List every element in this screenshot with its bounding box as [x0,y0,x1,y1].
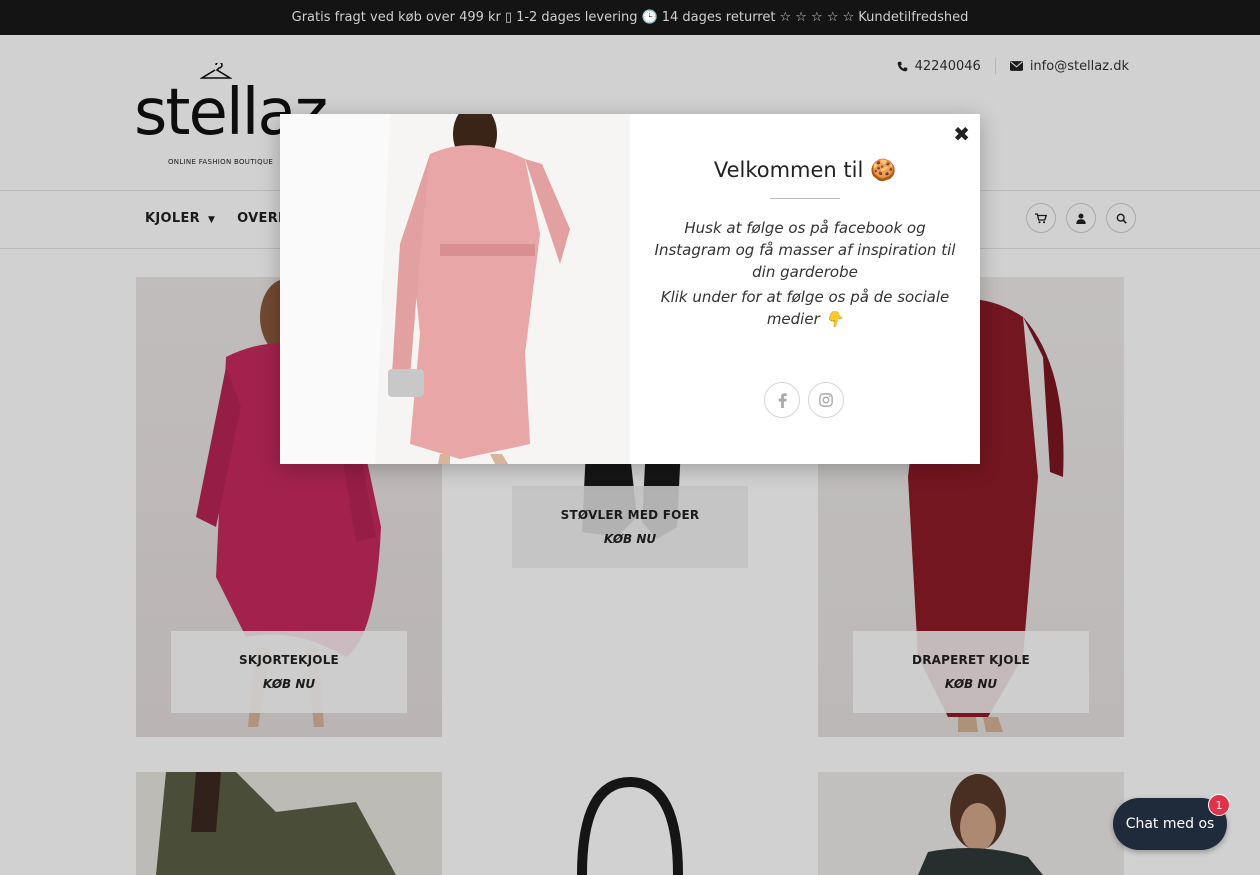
modal-title-text: Velkommen til [713,158,864,182]
cookie-icon: 🍪 [870,158,897,182]
modal-content: Velkommen til 🍪 Husk at følge os på face… [630,114,980,464]
returns-text: 14 dages returret [661,10,776,25]
instagram-icon [819,393,833,407]
chat-button[interactable]: Chat med os 1 [1113,794,1230,850]
satisfaction-text: Kundetilfredshed [858,10,969,25]
facebook-icon [778,392,787,408]
modal-title: Velkommen til 🍪 [630,158,980,183]
title-divider [770,198,840,199]
welcome-modal: ✖ Velkommen til 🍪 Husk at følge os på fa… [280,114,980,464]
box-icon: ▯ [504,10,513,25]
modal-text-click: Klik under for at følge os på de sociale… [660,288,950,328]
chat-notification-badge: 1 [1208,794,1230,816]
modal-image [280,114,630,464]
chat-label: Chat med os [1125,816,1215,832]
announcement-bar: Gratis fragt ved køb over 499 kr ▯ 1-2 d… [0,0,1260,35]
instagram-button[interactable] [808,382,844,418]
social-links [764,382,844,418]
modal-text-follow: Husk at følge os på facebook og Instagra… [654,219,956,281]
stars-icon: ☆ ☆ ☆ ☆ ☆ [779,10,855,25]
free-shipping-text: Gratis fragt ved køb over 499 kr [291,10,501,25]
clock-icon: 🕒 [641,10,658,25]
delivery-text: 1-2 dages levering [516,10,638,25]
facebook-button[interactable] [764,382,800,418]
